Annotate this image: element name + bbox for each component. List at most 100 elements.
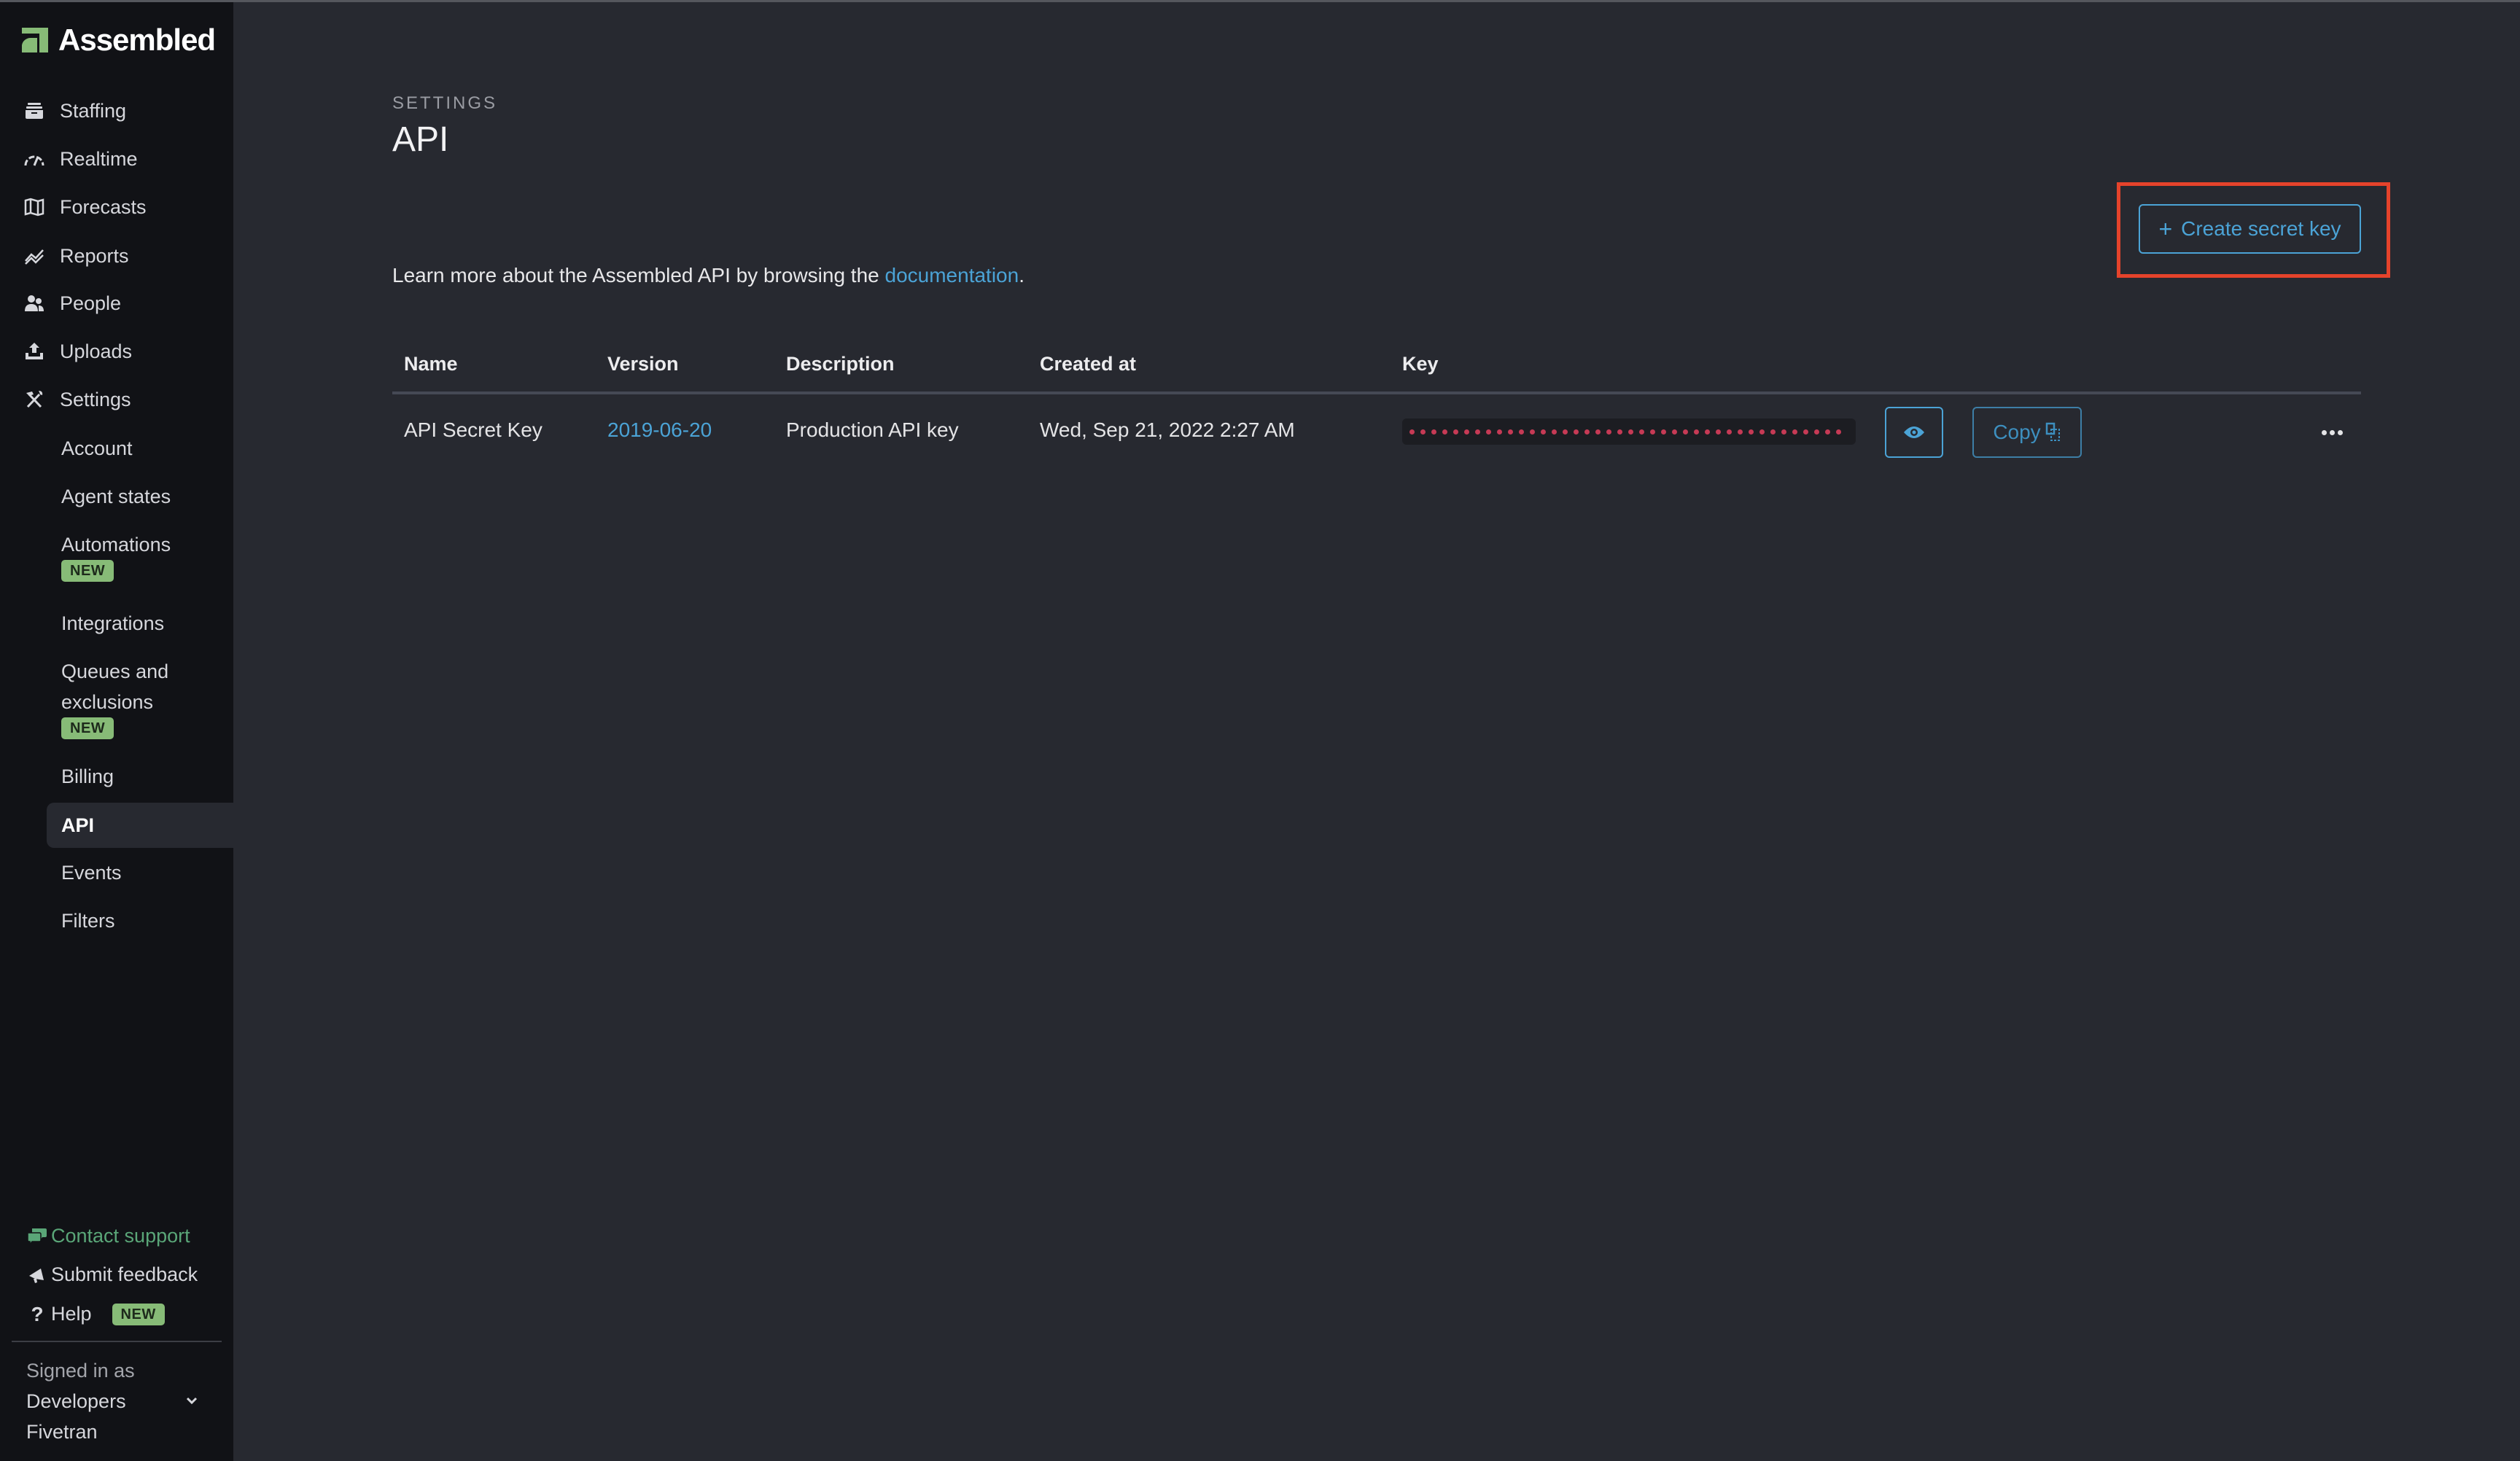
key-mask-dot	[1770, 429, 1776, 435]
sidebar: Assembled Staffing Realtime Forecasts Re…	[0, 0, 233, 1461]
copy-label: Copy	[1993, 421, 2041, 443]
key-mask-dot	[1552, 429, 1557, 435]
sidebar-item-automations[interactable]: Automations NEW	[47, 529, 233, 582]
app-name: Assembled	[58, 23, 216, 57]
column-header-version: Version	[607, 353, 679, 375]
reveal-key-button[interactable]	[1885, 407, 1943, 458]
key-mask-dot	[1574, 429, 1579, 435]
column-header-name: Name	[404, 353, 458, 375]
nav-label: Reports	[60, 244, 129, 267]
account-switcher[interactable]: Signed in as Developers Fivetran	[26, 1355, 209, 1447]
create-secret-key-button[interactable]: + Create secret key	[2139, 204, 2361, 254]
intro-text-end: .	[1019, 264, 1024, 287]
window-top-border	[0, 0, 2520, 2]
key-mask-dot	[1814, 429, 1819, 435]
key-mask-dot	[1442, 429, 1447, 435]
question-mark-icon: ?	[31, 1302, 44, 1325]
key-mask-dot	[1519, 429, 1524, 435]
key-mask-dot	[1836, 429, 1841, 435]
nav-item-people[interactable]: People	[23, 284, 121, 322]
sub-item-label: Automations	[61, 534, 171, 556]
key-mask-dot	[1508, 429, 1513, 435]
key-mask-dot	[1639, 429, 1644, 435]
key-mask-dot	[1563, 429, 1568, 435]
upload-icon	[23, 340, 48, 362]
submit-feedback-link[interactable]: Submit feedback	[26, 1263, 198, 1286]
cell-created-at: Wed, Sep 21, 2022 2:27 AM	[1040, 418, 1295, 441]
key-mask-dot	[1497, 429, 1502, 435]
app-logo[interactable]: Assembled	[22, 23, 216, 57]
masked-key-field[interactable]	[1402, 418, 1856, 445]
key-mask-dot	[1606, 429, 1611, 435]
cell-name: API Secret Key	[404, 418, 542, 441]
intro-text-body: Learn more about the Assembled API by br…	[392, 264, 885, 287]
ellipsis-dot	[2321, 429, 2327, 435]
sidebar-divider	[12, 1341, 222, 1342]
nav-item-staffing[interactable]: Staffing	[23, 92, 126, 130]
key-mask-dot	[1595, 429, 1601, 435]
column-header-description: Description	[786, 353, 895, 375]
key-mask-dot	[1803, 429, 1808, 435]
contact-support-link[interactable]: Contact support	[26, 1225, 190, 1247]
help-label: Help	[51, 1303, 92, 1325]
more-options-button[interactable]	[2317, 423, 2346, 442]
help-link[interactable]: ? Help NEW	[26, 1303, 165, 1325]
documentation-link[interactable]: documentation	[885, 264, 1019, 287]
sidebar-item-queues-and-exclusions[interactable]: Queues and exclusions NEW	[47, 656, 207, 739]
sub-item-label: Integrations	[61, 612, 165, 634]
key-mask-dot	[1584, 429, 1590, 435]
key-mask-dot	[1683, 429, 1688, 435]
nav-item-reports[interactable]: Reports	[23, 237, 129, 275]
gauge-icon	[23, 148, 48, 170]
new-badge: NEW	[112, 1303, 165, 1325]
key-mask-dot	[1716, 429, 1721, 435]
key-mask-dot	[1486, 429, 1491, 435]
inbox-tray-icon	[23, 100, 48, 122]
sidebar-item-filters[interactable]: Filters	[47, 905, 233, 936]
key-mask-dot	[1694, 429, 1699, 435]
tools-icon	[23, 389, 48, 410]
table-header-divider	[392, 391, 2361, 394]
sidebar-item-api[interactable]: API	[47, 803, 233, 848]
copy-key-button[interactable]: Copy	[1972, 407, 2082, 458]
key-mask-dot	[1530, 429, 1535, 435]
nav-item-realtime[interactable]: Realtime	[23, 140, 138, 178]
sidebar-item-events[interactable]: Events	[47, 857, 233, 888]
chevron-down-icon[interactable]	[184, 1392, 200, 1409]
plus-icon: +	[2158, 215, 2173, 242]
sidebar-item-agent-states[interactable]: Agent states	[47, 481, 233, 512]
cell-version-link[interactable]: 2019-06-20	[607, 418, 712, 442]
account-name-line1: Developers	[26, 1390, 126, 1412]
column-header-key: Key	[1402, 353, 1439, 375]
sidebar-item-billing[interactable]: Billing	[47, 761, 233, 792]
key-mask-dot	[1464, 429, 1469, 435]
key-mask-dot	[1409, 429, 1415, 435]
sub-item-label: API	[61, 814, 95, 836]
key-mask-dot	[1727, 429, 1732, 435]
nav-item-forecasts[interactable]: Forecasts	[23, 188, 147, 226]
nav-label: Realtime	[60, 147, 138, 170]
breadcrumb: SETTINGS	[392, 93, 498, 113]
assembled-logo-icon	[22, 28, 48, 52]
ellipsis-dot	[2329, 429, 2335, 435]
nav-item-uploads[interactable]: Uploads	[23, 332, 132, 370]
sidebar-item-integrations[interactable]: Integrations	[47, 608, 233, 639]
nav-label: Uploads	[60, 340, 133, 362]
nav-item-settings[interactable]: Settings	[23, 381, 131, 418]
key-mask-dot	[1650, 429, 1655, 435]
intro-text: Learn more about the Assembled API by br…	[392, 264, 1024, 287]
people-icon	[23, 292, 48, 314]
eye-icon	[1904, 426, 1924, 438]
key-mask-dot	[1661, 429, 1666, 435]
ellipsis-dot	[2337, 429, 2343, 435]
nav-label: Staffing	[60, 99, 127, 122]
cell-description: Production API key	[786, 418, 959, 441]
sub-item-label: Account	[61, 437, 133, 459]
key-mask-dot	[1672, 429, 1677, 435]
chat-bubbles-icon	[26, 1226, 48, 1247]
submit-feedback-label: Submit feedback	[51, 1263, 198, 1285]
sidebar-item-account[interactable]: Account	[47, 433, 233, 464]
nav-label: Settings	[60, 388, 131, 410]
key-mask-dot	[1541, 429, 1546, 435]
key-mask-dot	[1475, 429, 1480, 435]
